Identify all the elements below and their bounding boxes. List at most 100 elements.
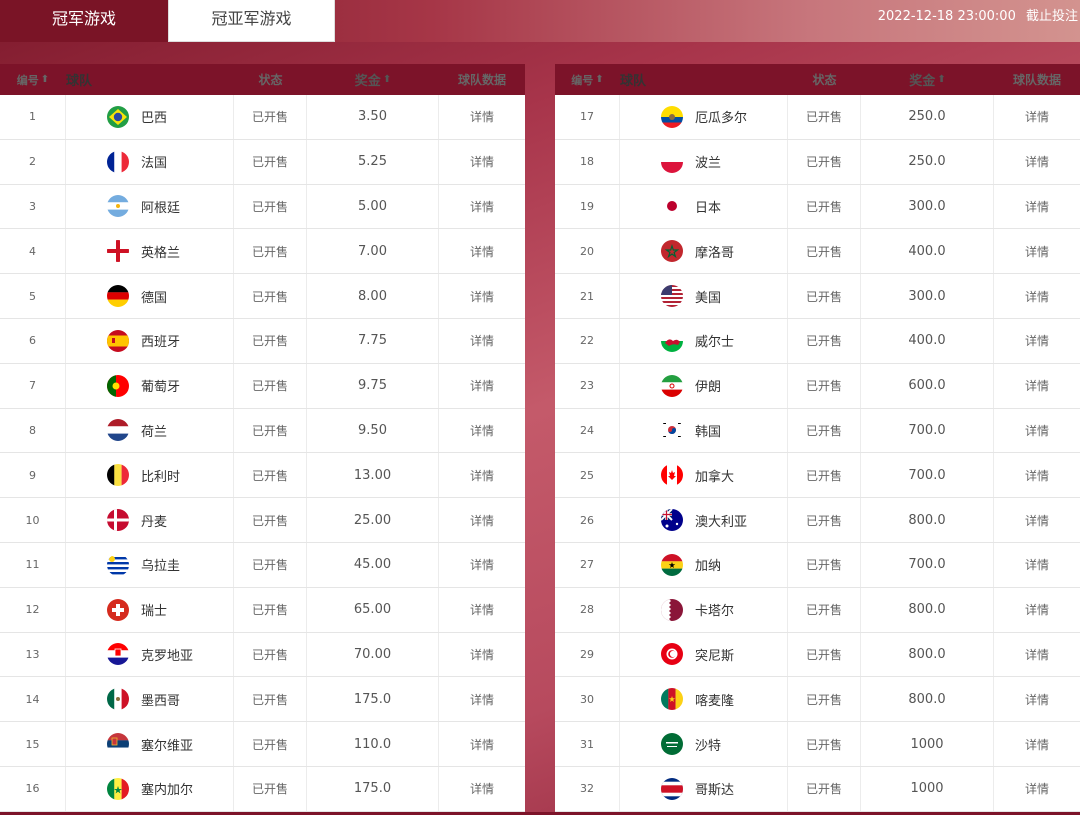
team-prize: 13.00 (307, 453, 439, 498)
team-name: 摩洛哥 (695, 245, 735, 261)
table-row: 2 法国 已开售 5.25 详情 (0, 139, 525, 185)
team-number: 3 (0, 184, 66, 229)
table-row: 18 波兰 已开售 250.0 详情 (555, 139, 1080, 185)
team-number: 7 (0, 363, 66, 408)
team-cell: 西班牙 (66, 318, 234, 363)
team-details-link[interactable]: 详情 (439, 409, 525, 453)
germany-flag-icon (107, 285, 129, 308)
team-cell: 加纳 (620, 542, 788, 587)
col-no-header[interactable]: 编号 ⬆ (0, 64, 66, 95)
team-status: 已开售 (788, 722, 861, 766)
team-status: 已开售 (788, 408, 861, 453)
up-arrow-icon: ⬆ (595, 74, 604, 85)
team-details-link[interactable]: 详情 (439, 140, 525, 184)
col-data-header: 球队数据 (457, 73, 506, 87)
team-cell: 德国 (66, 274, 234, 318)
tab-champion-game[interactable]: 冠军游戏 (0, 0, 168, 42)
team-details-link[interactable]: 详情 (439, 498, 525, 542)
saudi-flag-icon (661, 733, 683, 756)
deadline-datetime: 2022-12-18 23:00:00 (877, 9, 1016, 24)
team-details-link[interactable]: 详情 (439, 633, 525, 677)
team-details-link[interactable]: 详情 (439, 185, 525, 229)
team-details-link[interactable]: 详情 (439, 95, 525, 139)
team-cell: 厄瓜多尔 (620, 95, 788, 139)
team-prize: 9.50 (307, 408, 439, 453)
team-number: 17 (555, 95, 620, 139)
japan-flag-icon (661, 195, 683, 218)
col-data-header: 球队数据 (1012, 73, 1061, 87)
team-status: 已开售 (788, 318, 861, 363)
team-name: 法国 (141, 156, 168, 172)
team-cell: 巴西 (66, 95, 234, 139)
team-details-link[interactable]: 详情 (994, 543, 1080, 587)
team-status: 已开售 (788, 453, 861, 498)
team-name: 荷兰 (141, 424, 168, 440)
table-header: 编号 ⬆ 球队 状态 奖金 ⬆ 球队数据 (555, 64, 1080, 95)
table-row: 26 澳大利亚 已开售 800.0 详情 (555, 498, 1080, 543)
team-details-link[interactable]: 详情 (439, 364, 525, 408)
team-details-link[interactable]: 详情 (439, 767, 525, 811)
team-details-link[interactable]: 详情 (994, 409, 1080, 453)
team-status: 已开售 (234, 274, 307, 318)
team-details-link[interactable]: 详情 (439, 229, 525, 273)
team-number: 24 (555, 408, 620, 453)
team-details-link[interactable]: 详情 (439, 543, 525, 587)
col-no-header[interactable]: 编号 ⬆ (555, 64, 620, 95)
team-details-link[interactable]: 详情 (994, 185, 1080, 229)
team-number: 8 (0, 408, 66, 453)
team-number: 25 (555, 453, 620, 498)
team-name: 瑞士 (141, 604, 168, 620)
table-row: 15 塞尔维亚 已开售 110.0 详情 (0, 722, 525, 767)
table-row: 14 墨西哥 已开售 175.0 详情 (0, 677, 525, 723)
mexico-flag-icon (107, 688, 129, 711)
team-details-link[interactable]: 详情 (994, 722, 1080, 766)
tab-runner-up-game[interactable]: 冠亚军游戏 (168, 0, 335, 42)
team-details-link[interactable]: 详情 (439, 588, 525, 632)
team-details-link[interactable]: 详情 (439, 453, 525, 497)
table-row: 11 乌拉圭 已开售 45.00 详情 (0, 542, 525, 588)
team-details-link[interactable]: 详情 (994, 767, 1080, 811)
team-details-link[interactable]: 详情 (439, 677, 525, 721)
table-row: 32 哥斯达 已开售 1000 详情 (555, 766, 1080, 812)
team-status: 已开售 (234, 229, 307, 274)
table-header: 编号 ⬆ 球队 状态 奖金 ⬆ 球队数据 (0, 64, 525, 95)
col-prize-header[interactable]: 奖金 ⬆ (861, 64, 994, 95)
team-number: 30 (555, 677, 620, 722)
team-cell: 喀麦隆 (620, 677, 788, 722)
team-details-link[interactable]: 详情 (994, 633, 1080, 677)
team-name: 韩国 (695, 424, 722, 440)
team-prize: 9.75 (307, 363, 439, 408)
team-cell: 克罗地亚 (66, 632, 234, 677)
team-details-link[interactable]: 详情 (439, 722, 525, 766)
table-row: 25 加拿大 已开售 700.0 详情 (555, 453, 1080, 499)
team-details-link[interactable]: 详情 (994, 453, 1080, 497)
spain-flag-icon (107, 329, 129, 352)
team-details-link[interactable]: 详情 (994, 319, 1080, 363)
col-prize-header[interactable]: 奖金 ⬆ (307, 64, 439, 95)
belgium-flag-icon (107, 464, 129, 487)
team-name: 比利时 (141, 469, 181, 485)
team-details-link[interactable]: 详情 (994, 364, 1080, 408)
team-details-link[interactable]: 详情 (994, 95, 1080, 139)
team-details-link[interactable]: 详情 (994, 588, 1080, 632)
team-status: 已开售 (234, 632, 307, 677)
team-name: 日本 (695, 200, 722, 216)
team-prize: 25.00 (307, 498, 439, 542)
team-details-link[interactable]: 详情 (994, 677, 1080, 721)
usa-flag-icon (661, 285, 683, 308)
iran-flag-icon (661, 374, 683, 397)
team-prize: 400.0 (861, 229, 994, 274)
team-number: 26 (555, 498, 620, 542)
team-details-link[interactable]: 详情 (994, 498, 1080, 542)
team-details-link[interactable]: 详情 (994, 140, 1080, 184)
team-details-link[interactable]: 详情 (439, 319, 525, 363)
team-number: 19 (555, 184, 620, 229)
argentina-flag-icon (107, 195, 129, 218)
table-body: 1 巴西 已开售 3.50 详情 2 法国 已开售 5.25 详情 3 阿根廷 已开售 5.00 详情 4 英格… (0, 95, 525, 812)
team-prize: 5.00 (307, 184, 439, 229)
team-details-link[interactable]: 详情 (439, 274, 525, 318)
senegal-flag-icon (107, 777, 129, 800)
team-prize: 5.25 (307, 139, 439, 184)
team-details-link[interactable]: 详情 (994, 229, 1080, 273)
team-details-link[interactable]: 详情 (994, 274, 1080, 318)
